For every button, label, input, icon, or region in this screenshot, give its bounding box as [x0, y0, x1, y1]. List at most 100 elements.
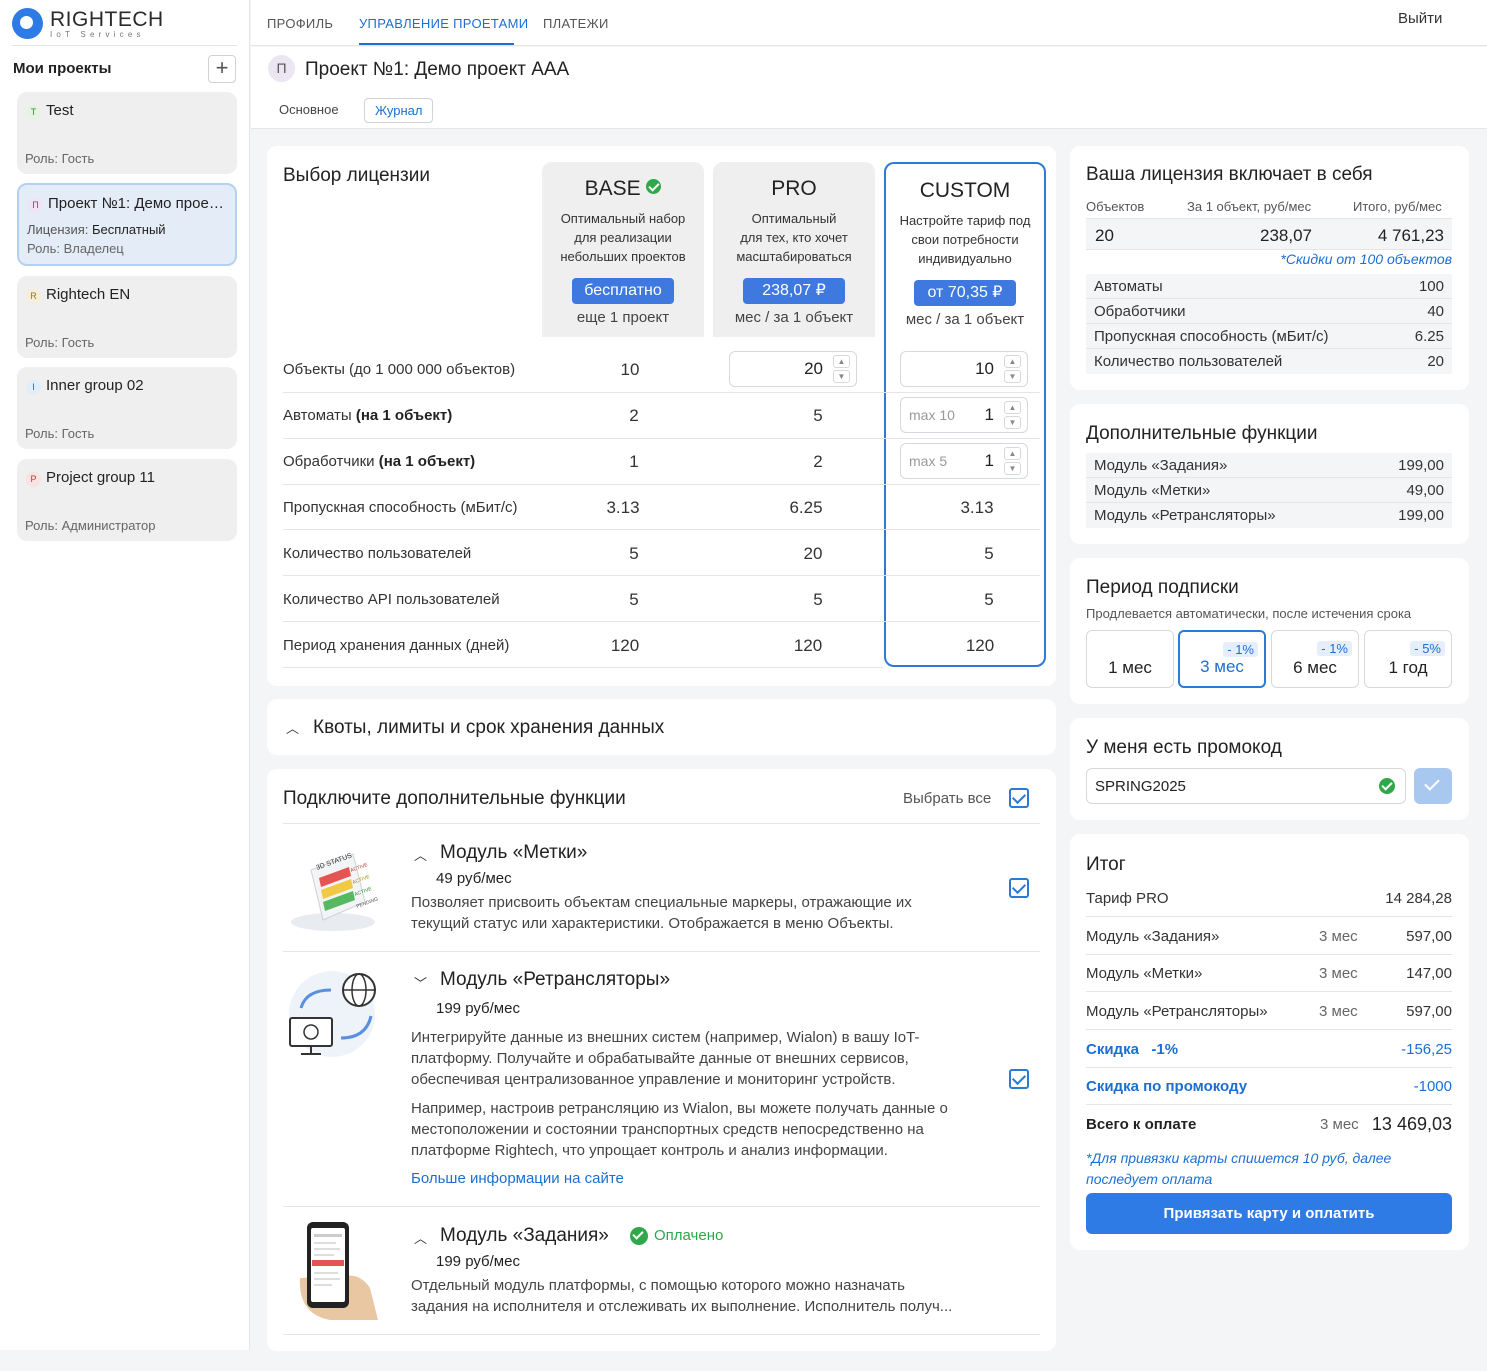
project-name: Rightech EN — [46, 286, 131, 303]
project-name: Test — [46, 102, 74, 119]
apply-promo-button[interactable] — [1414, 768, 1452, 804]
tab-payments[interactable]: ПЛАТЕЖИ — [543, 16, 609, 31]
custom-api-users: 5 — [984, 590, 994, 609]
period-label: 3 мес — [1200, 657, 1244, 676]
custom-objects-input[interactable]: 10 ▲ ▼ — [900, 351, 1028, 387]
custom-bandwidth: 3.13 — [960, 498, 994, 517]
more-info-link[interactable]: Больше информации на сайте — [411, 1170, 624, 1187]
card-note: *Для привязки карты спишется 10 руб, дал… — [1086, 1148, 1446, 1190]
desc-line: индивидуально — [918, 251, 1012, 266]
subtab-main[interactable]: Основное — [279, 102, 339, 117]
chevron-up-icon[interactable]: ︿ — [414, 845, 427, 864]
extra-item-value: 199,00 — [1398, 457, 1444, 474]
summary-item-label: Пропускная способность (мБит/с) — [1094, 328, 1329, 345]
project-role: Роль: Гость — [25, 151, 95, 166]
pro-api-users: 5 — [813, 590, 823, 609]
pay-button[interactable]: Привязать карту и оплатить — [1086, 1193, 1452, 1234]
select-all-checkbox[interactable] — [1009, 788, 1029, 808]
project-card-project-group[interactable]: P Project group 11 Роль: Администратор — [17, 459, 237, 541]
discount-badge: - 5% — [1410, 641, 1445, 656]
chevron-down-icon[interactable]: ▼ — [1004, 462, 1021, 475]
module-price: 199 руб/мес — [436, 1253, 520, 1270]
page-title: Проект №1: Демо проект AAA — [305, 59, 570, 80]
plan-price-badge: 238,07 ₽ — [743, 278, 845, 304]
extra-item-label: Модуль «Задания» — [1094, 457, 1228, 474]
plan-name: PRO — [771, 177, 817, 200]
divider — [1086, 323, 1452, 324]
desc-line: Например, настроив ретрансляцию из Wialo… — [411, 1100, 948, 1117]
period-option-3m[interactable]: - 1% 3 мес — [1178, 630, 1266, 688]
tab-profile[interactable]: ПРОФИЛЬ — [267, 16, 333, 31]
divider — [1086, 954, 1452, 955]
chevron-up-icon[interactable]: ▲ — [833, 355, 850, 368]
chevron-up-icon[interactable]: ︿ — [286, 718, 299, 737]
label-text: Автоматы — [283, 407, 356, 424]
select-all-label: Выбрать все — [903, 790, 992, 807]
divider — [283, 529, 1040, 530]
project-card-inner-group[interactable]: I Inner group 02 Роль: Гость — [17, 367, 237, 449]
chevron-up-icon[interactable]: ▲ — [1004, 355, 1021, 368]
module-title: Модуль «Ретрансляторы» — [440, 969, 671, 990]
project-card-rightech-en[interactable]: R Rightech EN Роль: Гость — [17, 276, 237, 358]
summary-item-value: 6.25 — [1414, 328, 1444, 345]
tab-projects[interactable]: УПРАВЛЕНИЕ ПРОЕТАМИ — [359, 16, 528, 31]
module-description: Позволяет присвоить объектам специальные… — [411, 892, 991, 934]
project-avatar: П — [268, 55, 295, 82]
total-row-label: Модуль «Метки» — [1086, 965, 1203, 982]
logo[interactable]: RIGHTECH IoT Services — [12, 8, 164, 39]
divider — [1086, 348, 1452, 349]
promo-title: У меня есть промокод — [1086, 737, 1282, 758]
chevron-down-icon[interactable]: ▼ — [1004, 370, 1021, 383]
pro-objects-input[interactable]: 20 ▲ ▼ — [729, 351, 857, 387]
status-module-illustration: 3D STATUS ACTIVE ACTIVE ACTIVE PENDING — [291, 852, 379, 931]
extra-item-value: 199,00 — [1398, 507, 1444, 524]
grand-total-value: 13 469,03 — [1371, 1114, 1452, 1134]
chevron-down-icon[interactable]: ▼ — [1004, 416, 1021, 429]
module-checkbox[interactable] — [1009, 878, 1029, 898]
custom-handlers-input[interactable]: max 5 1 ▲ ▼ — [900, 443, 1028, 479]
project-role: Роль: Администратор — [25, 518, 156, 533]
period-title: Период подписки — [1086, 577, 1239, 598]
base-bandwidth: 3.13 — [606, 498, 640, 517]
divider — [1086, 502, 1452, 503]
total-row-value: 147,00 — [1406, 965, 1452, 982]
project-card-test[interactable]: T Test Роль: Гость — [17, 92, 237, 174]
plan-name: BASE — [542, 177, 704, 201]
divider — [283, 951, 1040, 952]
logout-button[interactable]: Выйти — [1398, 10, 1442, 27]
period-option-1y[interactable]: - 5% 1 год — [1364, 630, 1452, 688]
check-circle-icon — [646, 179, 662, 194]
period-option-1m[interactable]: 1 мес — [1086, 630, 1174, 688]
add-project-button[interactable]: + — [208, 55, 236, 83]
chevron-down-icon[interactable]: ▼ — [833, 370, 850, 383]
chevron-down-icon[interactable]: ﹀ — [414, 973, 427, 992]
discount-label: Скидка -1% — [1086, 1041, 1179, 1058]
promo-input[interactable]: SPRING2025 — [1086, 768, 1406, 804]
chevron-up-icon[interactable]: ▲ — [1004, 401, 1021, 414]
divider — [283, 621, 1040, 622]
subtab-journal[interactable]: Журнал — [364, 98, 434, 123]
project-badge: P — [26, 472, 41, 487]
label-bold: (на 1 объект) — [378, 453, 476, 470]
paid-status: Оплачено — [654, 1227, 724, 1244]
divider — [283, 438, 1040, 439]
logo-subtitle: IoT Services — [50, 29, 145, 39]
module-checkbox[interactable] — [1009, 1069, 1029, 1089]
divider — [283, 1334, 1040, 1335]
chevron-up-icon[interactable]: ︿ — [414, 1228, 427, 1247]
plan-base[interactable]: BASE Оптимальный набор для реализации небо… — [542, 162, 704, 337]
plan-pro[interactable]: PRO Оптимальный для тех, кто хочет масштаб… — [713, 162, 875, 337]
custom-automata-input[interactable]: max 10 1 ▲ ▼ — [900, 397, 1028, 433]
chevron-up-icon[interactable]: ▲ — [1004, 447, 1021, 460]
project-card-demo[interactable]: П Проект №1: Демо проект AAA Лицензия: Б… — [17, 183, 237, 266]
base-handlers: 1 — [629, 452, 639, 471]
input-value: 10 — [975, 359, 994, 378]
plan-unit: мес / за 1 объект — [905, 311, 1025, 328]
project-name: Project group 11 — [46, 469, 155, 486]
module-title: Модуль «Задания» — [440, 1225, 609, 1246]
plan-name: CUSTOM — [919, 179, 1011, 202]
subtabs-bar — [251, 93, 1487, 129]
pro-automata: 5 — [813, 406, 823, 425]
period-option-6m[interactable]: - 1% 6 мес — [1271, 630, 1359, 688]
input-value: 1 — [984, 451, 994, 470]
